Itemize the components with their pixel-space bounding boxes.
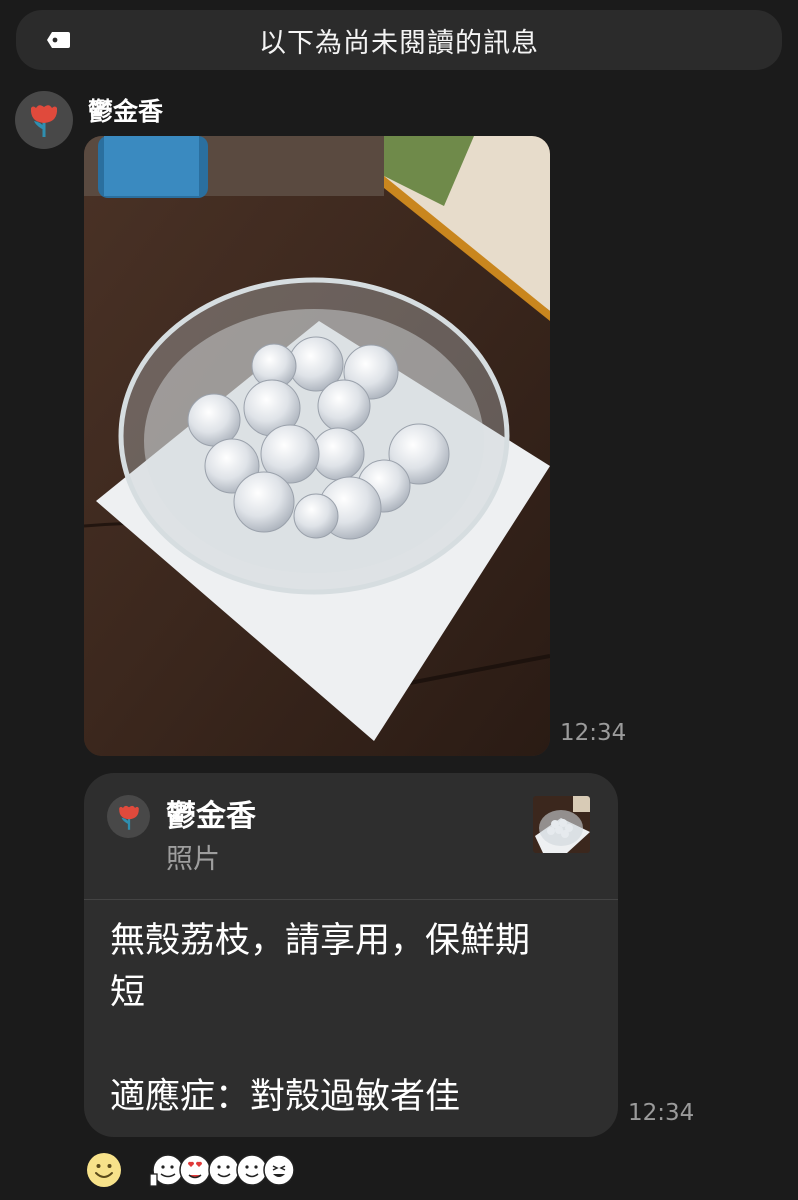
reply-message-bubble[interactable]: 鬱金香 照片 無殼荔枝，請享用，保鮮期 短 適應症：對殼過敏者佳	[84, 773, 618, 1137]
sender-avatar[interactable]	[15, 91, 73, 149]
unread-banner-text: 以下為尚未閱讀的訊息	[259, 27, 539, 59]
reply-message-text: 無殼荔枝，請享用，保鮮期 短 適應症：對殼過敏者佳	[110, 921, 531, 1117]
chat-screen: 以下為尚未閱讀的訊息 鬱金香 12:34 鬱金香 照片 無殼荔枝，請享用，保鮮期…	[0, 0, 798, 1200]
quoted-photo-thumbnail	[533, 796, 590, 853]
photo-message[interactable]	[84, 136, 550, 756]
tulip-icon	[30, 105, 58, 137]
quoted-message[interactable]: 鬱金香 照片	[84, 773, 618, 900]
smiley-icon[interactable]	[86, 1152, 122, 1188]
lychee-bowl-photo	[84, 136, 550, 756]
tag-icon	[47, 32, 70, 48]
quoted-sender-name: 鬱金香	[166, 799, 256, 834]
unread-messages-banner[interactable]: 以下為尚未閱讀的訊息	[16, 10, 782, 70]
tulip-icon	[118, 805, 139, 830]
sender-name: 鬱金香	[88, 97, 164, 126]
message-timestamp: 12:34	[560, 720, 627, 746]
emoji-faces-icon[interactable]	[148, 1150, 298, 1190]
quoted-message-type: 照片	[166, 844, 220, 875]
quoted-sender-avatar	[107, 795, 150, 838]
message-timestamp: 12:34	[628, 1100, 695, 1126]
